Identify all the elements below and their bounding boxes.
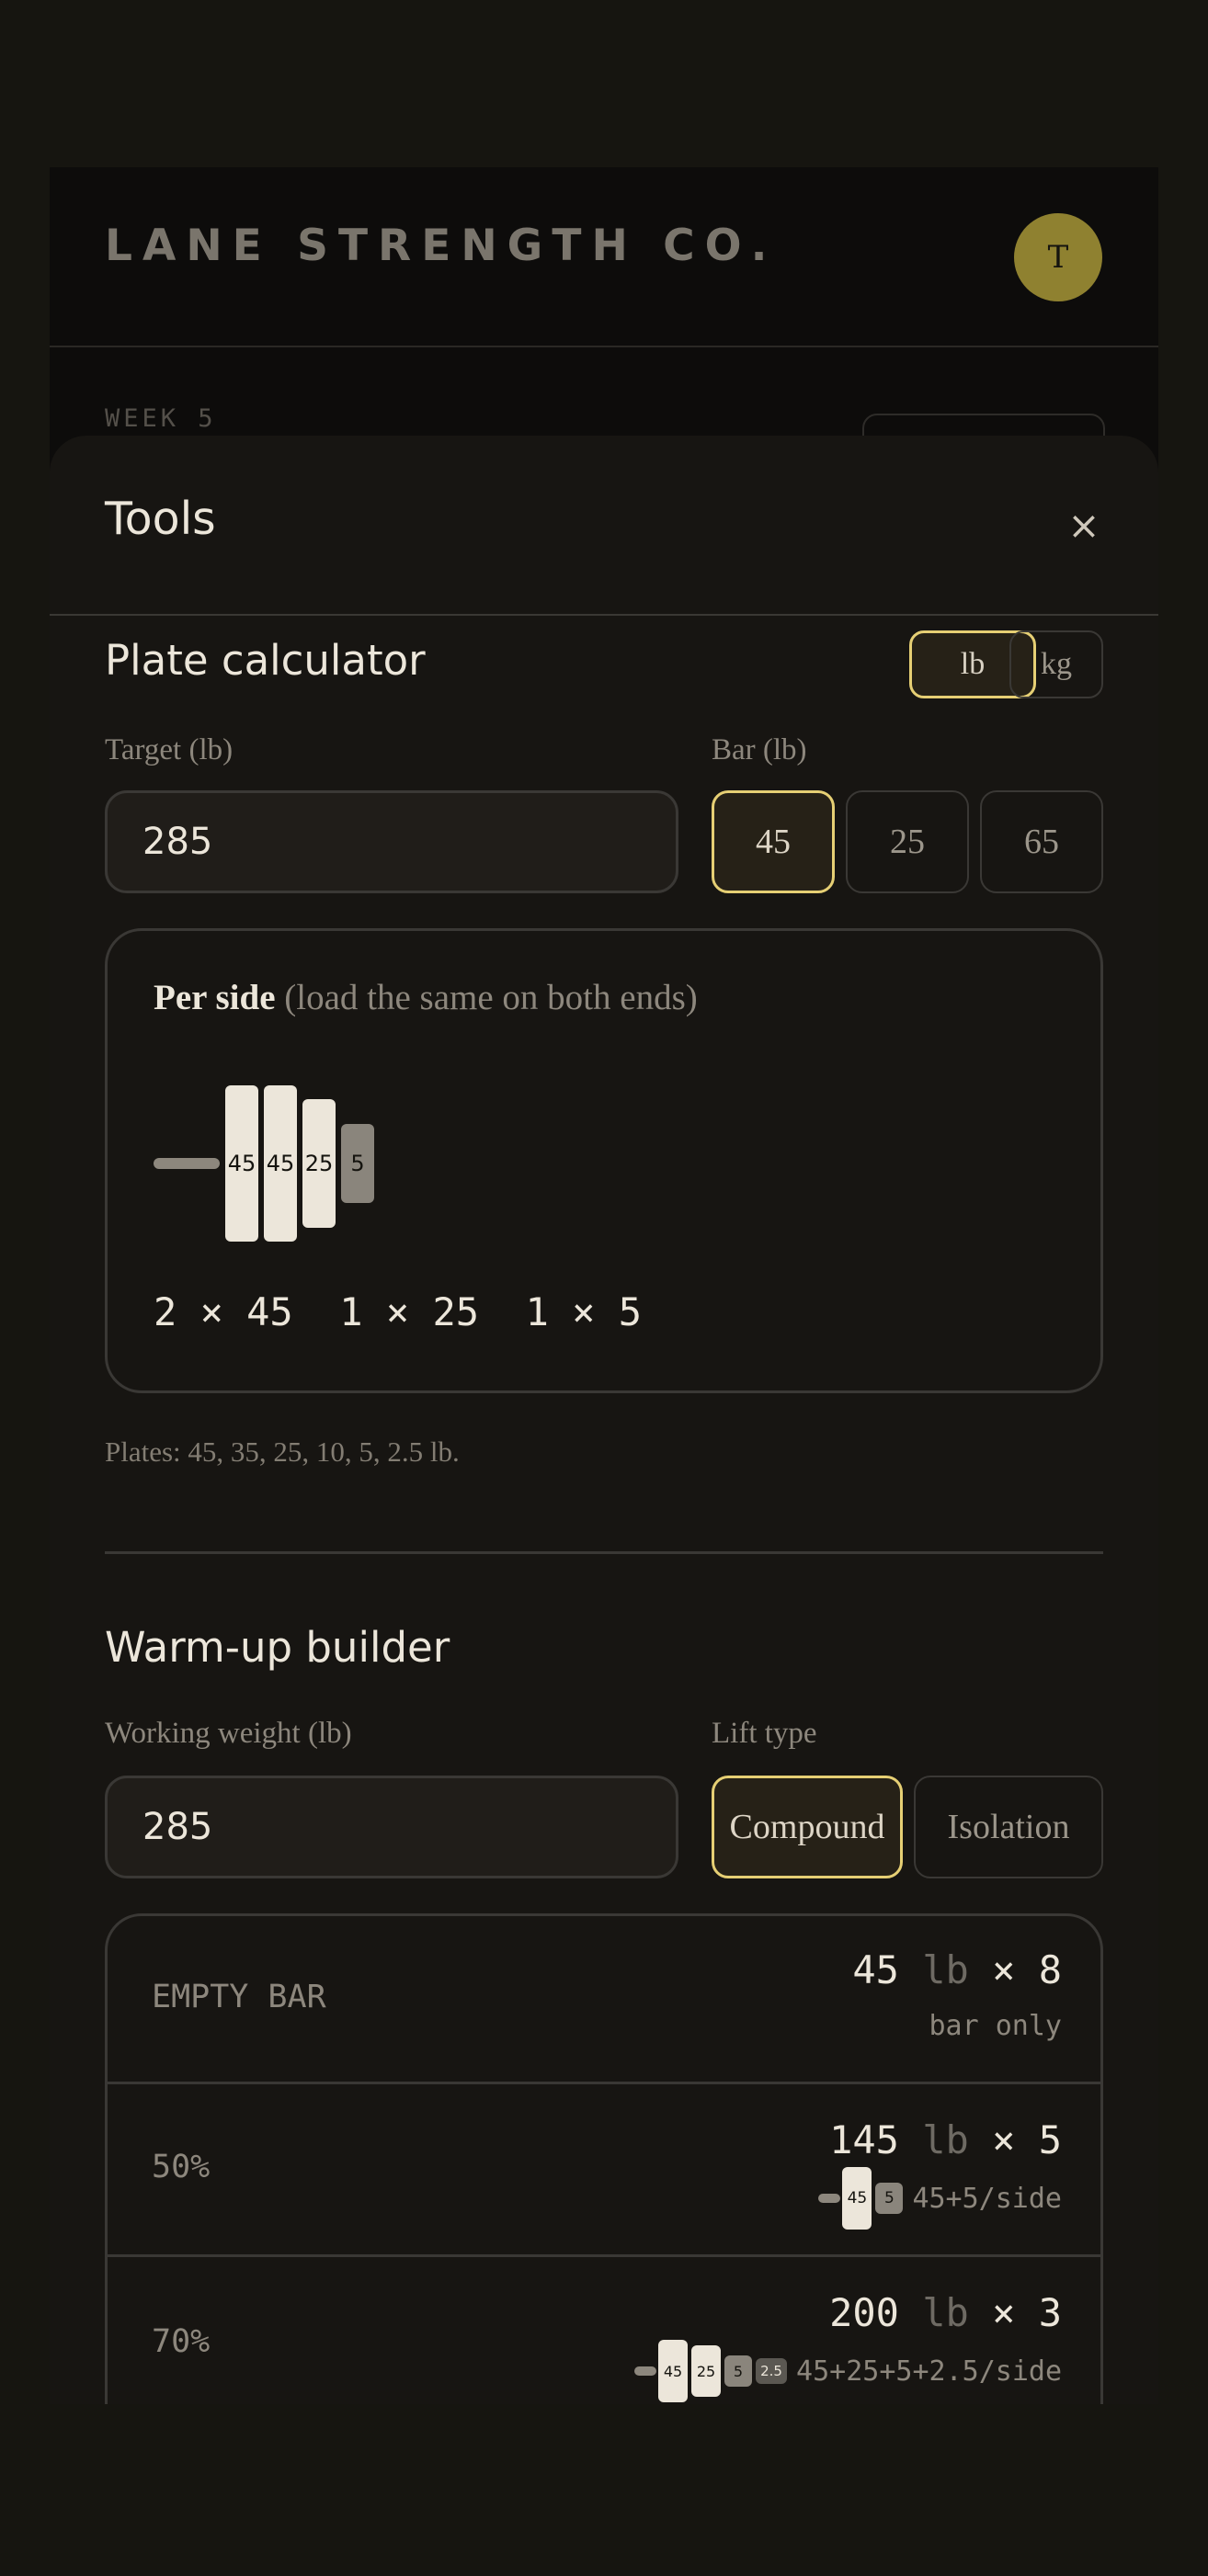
plate-5: 5 [724,2355,753,2387]
plate-calculator-heading: Plate calculator [105,636,426,685]
plate-2-5: 2.5 [756,2358,788,2384]
plate-45: 45 [842,2167,872,2230]
sheet-title: Tools [105,493,216,545]
warmup-row-label: EMPTY BAR [152,1979,326,2015]
warmup-sets-card: EMPTY BAR 45 lb × 8 bar only 50% 145 lb … [105,1913,1103,2404]
warmup-row-detail: 45 25 5 2.5 45+25+5+2.5/side [634,2340,1062,2402]
bar-sleeve [818,2194,841,2203]
plate-45: 45 [264,1085,297,1242]
warmup-row-detail: bar only [929,2010,1063,2042]
bar-65-button[interactable]: 65 [980,790,1103,893]
weight-value: 45 [852,1947,899,1992]
weight-unit: lb [922,2290,969,2335]
lift-type-label: Lift type [712,1717,817,1750]
detail-text: bar only [929,2010,1063,2042]
working-weight-label: Working weight (lb) [105,1717,352,1750]
plate-count: 2 × 45 [154,1289,293,1334]
warmup-row-detail: 45 5 45+5/side [818,2167,1062,2230]
plate-counts: 2 × 45 1 × 25 1 × 5 [154,1289,642,1334]
tools-sheet: Tools × Plate calculator lb kg Target (l… [50,436,1158,2404]
plate-25: 25 [691,2345,722,2397]
per-side-title: Per side (load the same on both ends) [154,977,698,1018]
bar-sleeve [634,2366,657,2376]
lift-type-compound-button[interactable]: Compound [712,1776,903,1878]
week-label: WEEK 5 [105,404,217,433]
bar-25-button[interactable]: 25 [846,790,969,893]
warmup-row-label: 50% [152,2149,211,2185]
target-label: Target (lb) [105,733,234,766]
section-divider [105,1551,1103,1554]
app-header: LANE STRENGTH CO. T [50,167,1158,347]
per-side-card: Per side (load the same on both ends) 45… [105,928,1103,1393]
close-icon[interactable]: × [1061,502,1107,548]
warmup-row: 50% 145 lb × 5 45 5 45+5/side [108,2084,1100,2257]
plate-count: 1 × 25 [339,1289,480,1334]
plate-count: 1 × 5 [525,1289,643,1334]
target-weight-input[interactable]: 285 [105,790,678,893]
warmup-builder-heading: Warm-up builder [105,1623,450,1672]
warmup-row: 70% 200 lb × 3 45 25 5 2.5 45+25+5+2.5/s… [108,2257,1100,2404]
unit-kg-button[interactable]: kg [1009,630,1103,698]
detail-text: 45+25+5+2.5/side [796,2355,1062,2388]
plate-5: 5 [875,2183,904,2214]
mini-plate-diagram: 45 5 [818,2167,904,2230]
mini-plate-diagram: 45 25 5 2.5 [634,2340,788,2402]
reps: × 5 [992,2117,1062,2162]
per-side-label: Per side [154,978,276,1017]
avatar[interactable]: T [1014,213,1102,301]
reps: × 3 [992,2290,1062,2335]
warmup-row-label: 70% [152,2323,211,2360]
warmup-row-weight: 45 lb × 8 [852,1947,1062,1992]
plates-available-note: Plates: 45, 35, 25, 10, 5, 2.5 lb. [105,1436,460,1468]
plate-25: 25 [302,1099,336,1228]
weight-value: 200 [829,2290,899,2335]
bar-label: Bar (lb) [712,733,807,766]
warmup-row: EMPTY BAR 45 lb × 8 bar only [108,1916,1100,2084]
weight-value: 145 [829,2117,899,2162]
weight-unit: lb [922,2117,969,2162]
bar-sleeve [154,1158,220,1169]
bar-45-button[interactable]: 45 [712,790,835,893]
plate-45: 45 [225,1085,258,1242]
warmup-row-weight: 145 lb × 5 [829,2117,1062,2162]
detail-text: 45+5/side [912,2182,1062,2215]
lift-type-isolation-button[interactable]: Isolation [914,1776,1103,1878]
per-side-hint: (load the same on both ends) [284,978,698,1017]
weight-unit: lb [922,1947,969,1992]
plate-45: 45 [658,2340,689,2402]
working-weight-input[interactable]: 285 [105,1776,678,1878]
plate-diagram: 45 45 25 5 [154,1085,705,1242]
warmup-row-weight: 200 lb × 3 [829,2290,1062,2335]
plate-5: 5 [341,1124,374,1203]
brand-logo[interactable]: LANE STRENGTH CO. [105,221,777,271]
sheet-header: Tools × [50,436,1158,616]
reps: × 8 [992,1947,1062,1992]
